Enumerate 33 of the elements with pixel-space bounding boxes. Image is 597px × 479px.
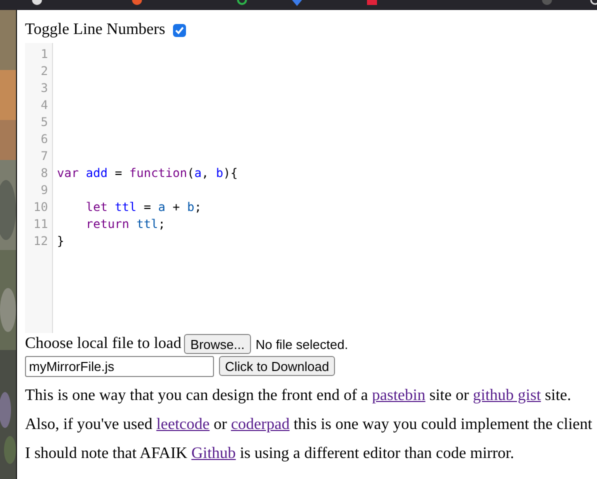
line-number: 7 — [40, 148, 49, 165]
link[interactable]: leetcode — [156, 416, 210, 433]
line-number: 5 — [40, 114, 49, 131]
triangle-icon[interactable] — [292, 0, 302, 6]
download-button[interactable]: Click to Download — [219, 356, 336, 376]
line-number: 11 — [32, 216, 49, 233]
paragraph: This is one way that you can design the front end of a pastebin site or github gist site. — [25, 386, 572, 406]
code-line: return ttl; — [84, 217, 166, 231]
line-number: 12 — [32, 233, 49, 250]
code-line: } — [57, 234, 64, 248]
code-line: var add = function(a, b){ — [57, 166, 238, 180]
line-number: 1 — [40, 46, 49, 63]
load-label: Choose local file to load — [25, 335, 182, 353]
line-number: 10 — [32, 199, 49, 216]
line-number: 6 — [40, 131, 49, 148]
link[interactable]: Github — [191, 445, 236, 462]
line-number: 2 — [40, 63, 49, 80]
link[interactable]: pastebin — [372, 387, 426, 404]
paragraph: I should note that AFAIK Github is using a different editor than code mirror. — [25, 444, 516, 464]
filename-field[interactable]: myMirrorFile.js — [25, 356, 214, 376]
line-number: 4 — [40, 97, 49, 114]
line-number: 3 — [40, 80, 49, 97]
code-line: let ttl = a + b; — [84, 200, 202, 214]
link[interactable]: github gist — [472, 387, 541, 404]
line-number: 8 — [40, 165, 49, 182]
line-number: 9 — [40, 182, 49, 199]
link[interactable]: coderpad — [230, 416, 290, 433]
code-editor[interactable]: 1 2 3 4 5 6 7 8 9 10 11 12 var add = function(a, b){ let ttl = a + b; return ttl; } — [25, 43, 597, 333]
browse-button[interactable]: Browse... — [184, 334, 251, 354]
toggle-label: Toggle Line Numbers — [25, 21, 166, 39]
file-status: No file selected. — [256, 336, 348, 352]
checkbox[interactable] — [173, 24, 186, 36]
paragraph: Also, if you've used leetcode or coderpad this is one way you could implement the client — [25, 415, 594, 435]
